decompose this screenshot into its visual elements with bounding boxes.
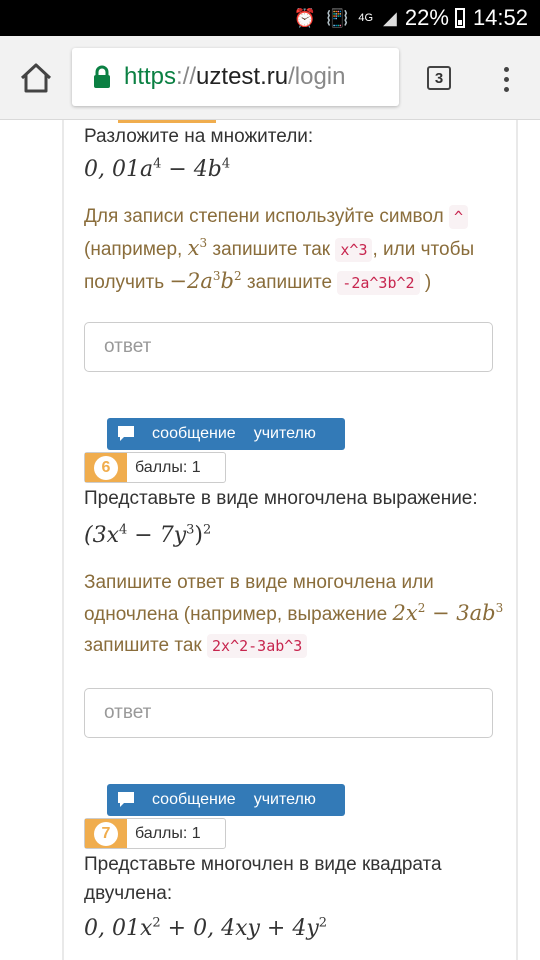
message-teacher-button[interactable]: сообщение учителю: [107, 784, 345, 816]
question-hint: Для записи степени используйте символ ^ …: [84, 205, 475, 295]
question-5: Разложите на множители: 0, 01a4 − 4b4 Дл…: [84, 122, 504, 299]
page-content: Разложите на множители: 0, 01a4 − 4b4 Дл…: [0, 120, 540, 960]
vibrate-icon: 📳: [325, 7, 349, 28]
signal-icon: ◢: [383, 7, 397, 28]
points-label: баллы: 1: [135, 824, 201, 842]
question-hint: Запишите ответ в виде многочлена или одн…: [84, 572, 504, 658]
question-6: Представьте в виде многочлена выражение:…: [84, 484, 504, 662]
home-icon[interactable]: [18, 60, 54, 96]
question-expression: 0, 01a4 − 4b4: [84, 156, 231, 182]
question-prompt: Представьте в виде многочлена выражение:: [84, 488, 478, 509]
lock-icon: [94, 65, 110, 88]
score-badge: 7 баллы: 1: [84, 818, 226, 849]
chat-icon: [118, 792, 134, 807]
answer-input[interactable]: [84, 688, 493, 738]
question-prompt: Представьте многочлен в виде квадрата дв…: [84, 854, 442, 904]
clock: 14:52: [472, 5, 528, 30]
message-teacher-button[interactable]: сообщение учителю: [107, 418, 345, 450]
question-number: 6: [94, 455, 118, 480]
tab-switcher-button[interactable]: 3: [427, 66, 451, 90]
answer-input[interactable]: [84, 322, 493, 372]
battery-icon: [454, 8, 465, 28]
question-expression: (3x4 − 7y3)2: [84, 522, 212, 548]
browser-toolbar: https://uztest.ru/login 3: [0, 36, 540, 120]
overflow-menu-icon[interactable]: [496, 64, 516, 94]
question-expression: 0, 01x2 + 0, 4xy + 4y2: [84, 915, 328, 941]
address-bar[interactable]: https://uztest.ru/login: [72, 48, 399, 106]
url-text: https://uztest.ru/login: [124, 63, 346, 90]
points-label: баллы: 1: [135, 458, 201, 476]
question-prompt: Разложите на множители:: [84, 126, 314, 147]
question-number: 7: [94, 821, 118, 846]
question-7: Представьте многочлен в виде квадрата дв…: [84, 850, 504, 944]
battery-percent: 22%: [404, 5, 449, 30]
chat-icon: [118, 426, 134, 441]
score-badge: 6 баллы: 1: [84, 452, 226, 483]
alarm-icon: ⏰: [293, 7, 316, 28]
status-bar: ⏰ 📳 4G ◢ 22% 14:52: [0, 0, 540, 36]
network-type: 4G: [358, 11, 374, 24]
